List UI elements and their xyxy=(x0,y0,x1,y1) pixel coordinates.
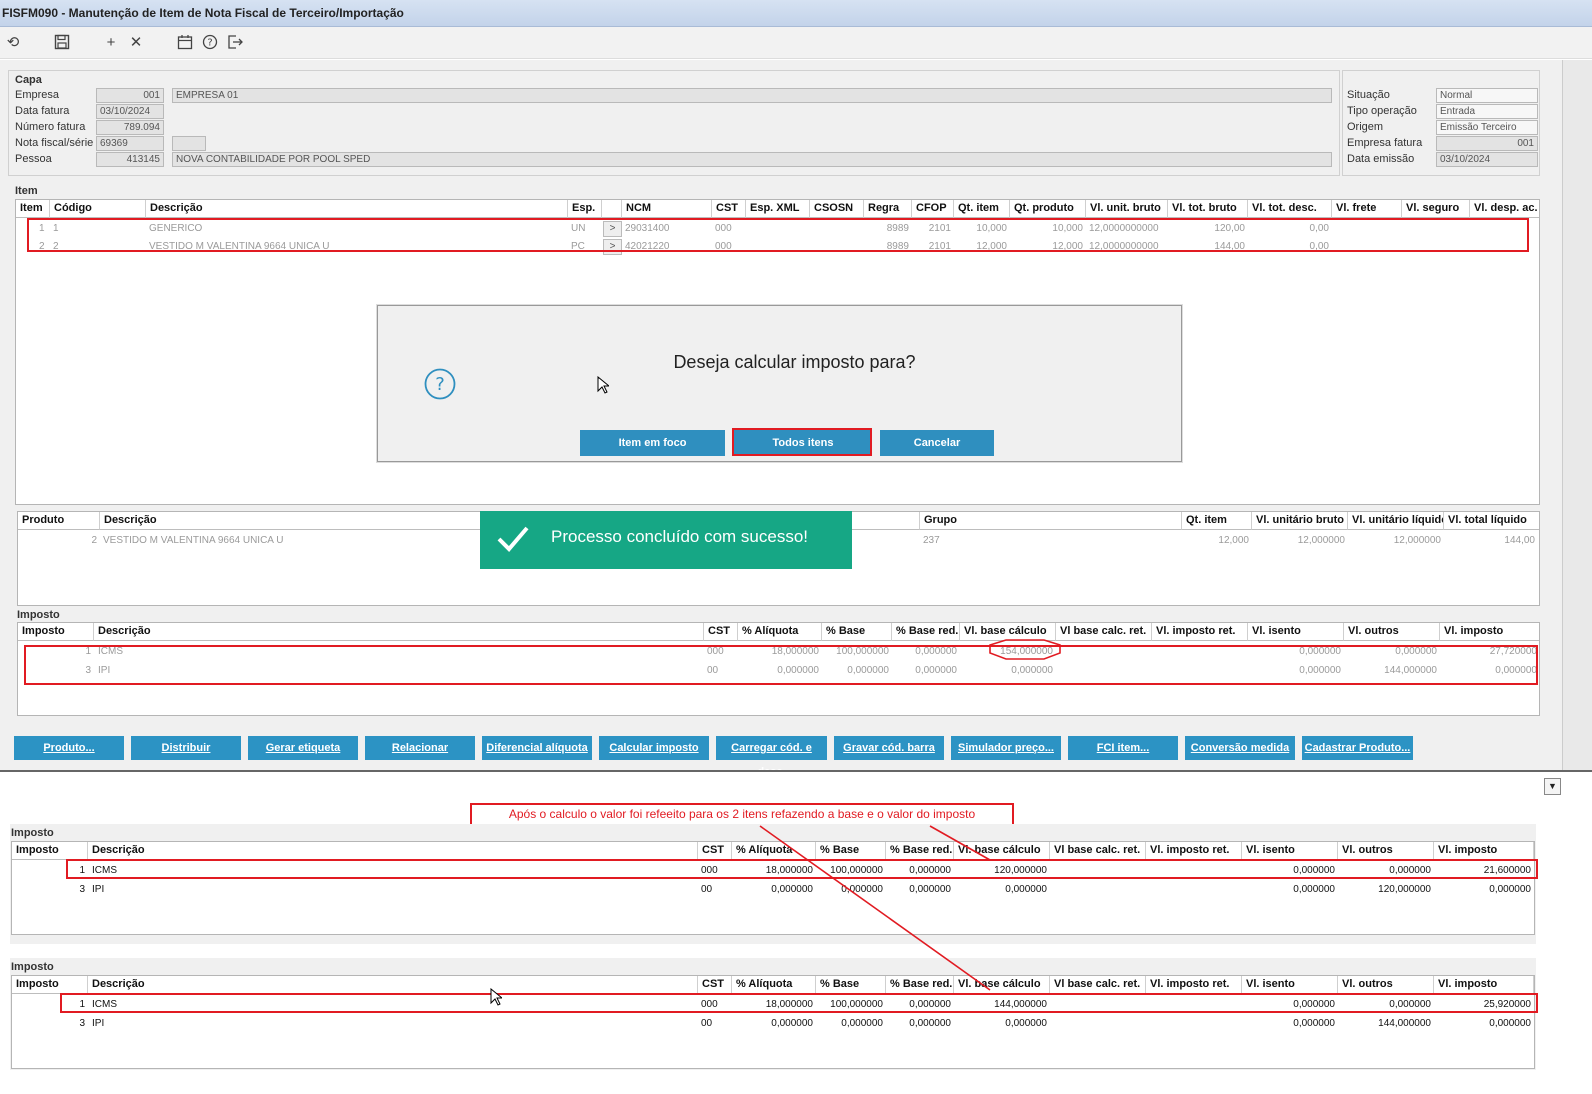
connector-lines xyxy=(759,825,991,991)
